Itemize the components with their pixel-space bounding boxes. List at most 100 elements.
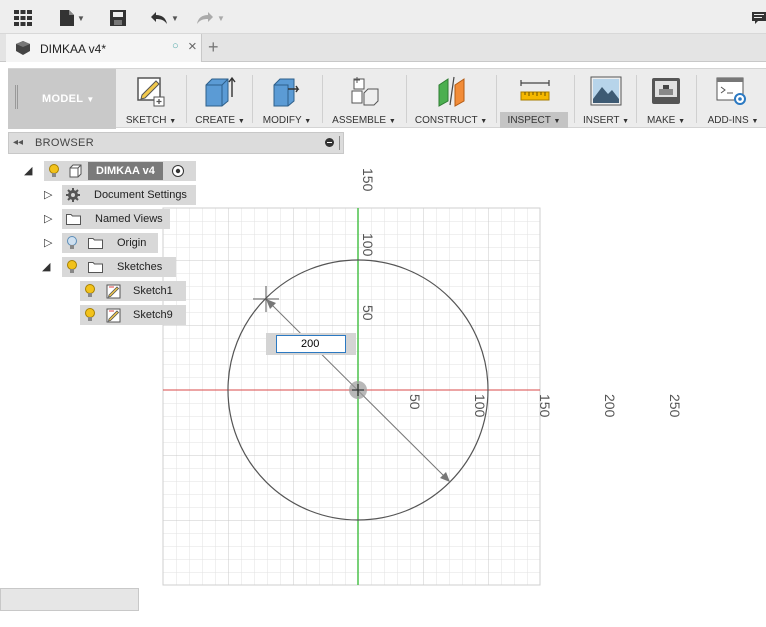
activate-radio-icon[interactable]	[171, 164, 185, 178]
collapse-triangle-icon[interactable]: ◢	[24, 164, 32, 177]
unsaved-status-icon: ○	[172, 40, 179, 52]
create-box-icon	[205, 76, 236, 107]
tree-item-sketch1[interactable]: Sketch1	[80, 281, 186, 301]
tree-item-document-settings[interactable]: Document Settings	[62, 185, 196, 205]
ruler-label-h-100: 100	[472, 394, 488, 418]
sketch-icon	[106, 308, 121, 322]
dimension-input-box	[266, 333, 356, 355]
toolbar-divider	[696, 75, 697, 123]
tree-item-named-views[interactable]: Named Views	[62, 209, 170, 229]
file-icon	[60, 10, 74, 26]
save-button[interactable]	[110, 7, 126, 29]
comment-icon	[752, 12, 766, 24]
insert-image-icon	[590, 76, 622, 106]
status-panel[interactable]	[0, 588, 139, 611]
file-menu-button[interactable]: ▼	[60, 7, 85, 29]
lightbulb-on-icon[interactable]	[84, 308, 96, 322]
sketch-icon	[106, 284, 121, 298]
toolbar-group-inspect[interactable]: INSPECT ▼	[500, 69, 568, 129]
new-tab-icon[interactable]: +	[208, 37, 219, 58]
pin-panel-icon[interactable]	[325, 138, 334, 147]
folder-icon	[88, 238, 103, 249]
tree-item-label: Document Settings	[94, 189, 187, 201]
toolbar-group-create[interactable]: CREATE ▼	[188, 69, 252, 129]
chevron-down-icon: ▼	[77, 13, 85, 23]
inspect-ruler-icon	[520, 80, 550, 101]
redo-button[interactable]: ▼	[196, 7, 225, 29]
make-printer-icon	[652, 78, 680, 104]
toolbar-group-insert[interactable]: INSERT ▼	[576, 69, 636, 129]
toolbar-grip[interactable]	[15, 85, 18, 109]
undo-icon	[151, 12, 167, 24]
browser-title: BROWSER	[35, 137, 94, 149]
toolbar-divider	[186, 75, 187, 123]
toolbar-label-modify: MODIFY ▼	[262, 115, 312, 126]
tree-item-origin[interactable]: Origin	[62, 233, 158, 253]
lightbulb-off-icon[interactable]	[66, 236, 78, 250]
folder-icon	[88, 262, 103, 273]
lightbulb-on-icon[interactable]	[48, 164, 60, 178]
collapse-triangle-icon[interactable]: ◢	[42, 260, 50, 273]
ruler-label-v-50: 50	[360, 305, 376, 321]
ruler-label-h-150: 150	[537, 394, 553, 418]
fusion-app-window: ▼ ▼ ▼ DIMKAA v4* ○ × + MODEL ▼ SKETCH ▼ …	[0, 0, 766, 627]
workspace-switcher[interactable]: MODEL ▼	[8, 69, 116, 129]
tree-item-label: Origin	[117, 237, 147, 249]
toolbar-group-construct[interactable]: CONSTRUCT ▼	[408, 69, 494, 129]
toolbar-label-add-ins: ADD-INS ▼	[707, 115, 759, 126]
tree-item-label: Sketch1	[133, 285, 173, 297]
document-tab[interactable]: DIMKAA v4* ○ ×	[6, 34, 202, 62]
tree-item-label: Named Views	[95, 213, 163, 225]
save-icon	[110, 10, 126, 26]
folder-icon	[66, 214, 81, 225]
sketch-icon	[137, 77, 165, 107]
collapse-panel-icon[interactable]: ◂◂	[13, 137, 23, 148]
toolbar-label-create: CREATE ▼	[195, 115, 245, 126]
toolbar-label-construct: CONSTRUCT ▼	[414, 115, 488, 126]
construct-plane-icon	[438, 76, 465, 107]
toolbar-group-sketch[interactable]: SKETCH ▼	[116, 69, 186, 129]
toolbar-divider	[636, 75, 637, 123]
main-toolbar: MODEL ▼ SKETCH ▼ CREATE ▼ MODIFY ▼ ASSEM…	[8, 68, 766, 129]
undo-button[interactable]: ▼	[150, 7, 179, 29]
ruler-label-v-150: 150	[360, 168, 376, 192]
tree-item-label: Sketch9	[133, 309, 173, 321]
toolbar-divider	[574, 75, 575, 123]
toolbar-label-insert: INSERT ▼	[582, 115, 630, 126]
document-title: DIMKAA v4*	[40, 42, 107, 56]
lightbulb-on-icon[interactable]	[84, 284, 96, 298]
tree-item-label: Sketches	[117, 261, 163, 273]
panel-resize-handle[interactable]	[339, 136, 342, 150]
toolbar-label-inspect: INSPECT ▼	[507, 115, 561, 126]
expand-triangle-icon[interactable]: ▷	[44, 236, 52, 249]
expand-triangle-icon[interactable]: ▷	[44, 188, 52, 201]
modify-icon	[273, 78, 300, 107]
browser-panel-header: ◂◂ BROWSER	[8, 132, 344, 154]
chevron-down-icon: ▼	[171, 13, 179, 23]
toolbar-group-add-ins[interactable]: ADD-INS ▼	[702, 69, 764, 129]
diameter-dimension-input[interactable]	[276, 335, 346, 353]
expand-triangle-icon[interactable]: ▷	[44, 212, 52, 225]
toolbar-label-sketch: SKETCH ▼	[125, 115, 177, 126]
tree-item-sketch9[interactable]: Sketch9	[80, 305, 186, 325]
cube-icon	[16, 41, 30, 55]
ruler-label-v-100: 100	[360, 233, 376, 257]
tree-root-node[interactable]: DIMKAA v4	[44, 161, 196, 181]
toolbar-group-make[interactable]: MAKE ▼	[638, 69, 694, 129]
component-icon	[69, 164, 82, 178]
toolbar-label-assemble: ASSEMBLE ▼	[332, 115, 396, 126]
comments-button[interactable]	[752, 7, 766, 29]
toolbar-group-modify[interactable]: MODIFY ▼	[254, 69, 320, 129]
tree-item-sketches[interactable]: Sketches	[62, 257, 176, 277]
lightbulb-on-icon[interactable]	[66, 260, 78, 274]
close-tab-icon[interactable]: ×	[188, 38, 197, 55]
document-tab-strip: DIMKAA v4* ○ × +	[0, 34, 766, 62]
gear-icon	[66, 188, 80, 202]
toolbar-divider	[252, 75, 253, 123]
tree-root-label: DIMKAA v4	[88, 162, 163, 180]
assemble-icon	[351, 77, 379, 106]
toolbar-group-assemble[interactable]: ASSEMBLE ▼	[326, 69, 402, 129]
ruler-label-h-50: 50	[407, 394, 423, 410]
quick-access-toolbar: ▼ ▼ ▼	[0, 0, 766, 34]
app-grid-button[interactable]	[14, 7, 32, 29]
